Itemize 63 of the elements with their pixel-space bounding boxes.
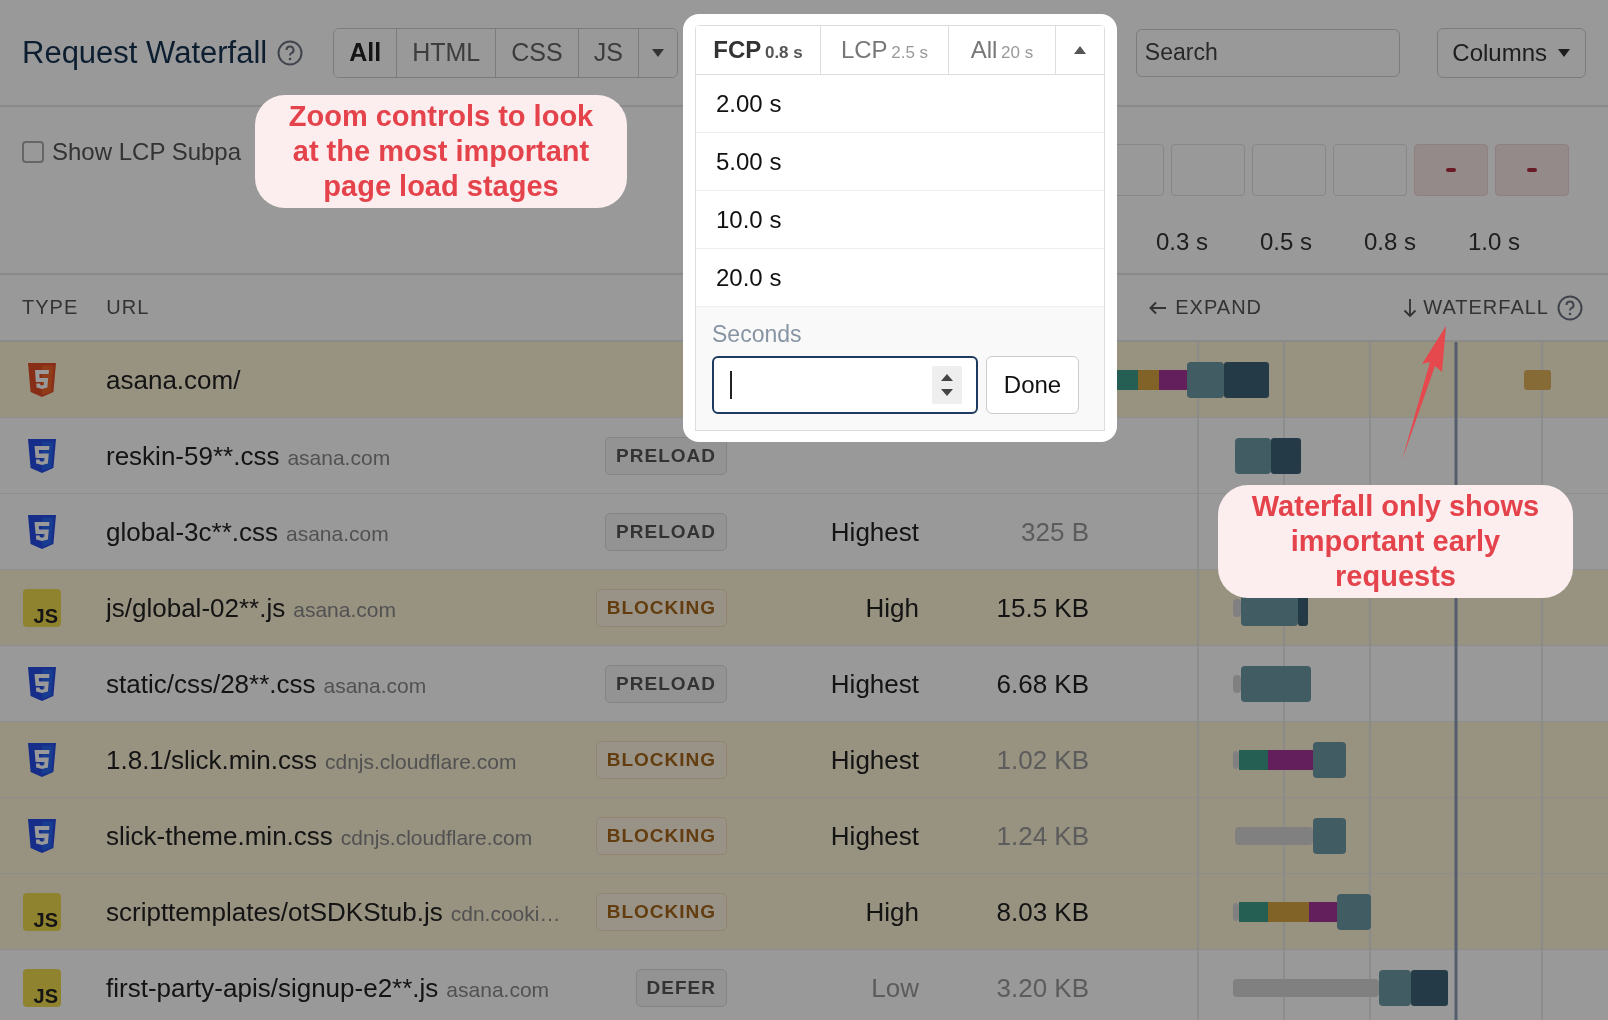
size-value: 1.02 KB [996, 744, 1089, 775]
load-type-tag: BLOCKING [595, 817, 727, 855]
column-header: TYPE [22, 296, 79, 319]
priority-value: Highest [830, 668, 919, 699]
callout: Waterfall only shows important early requests [1218, 485, 1573, 598]
load-type-tag: BLOCKING [595, 741, 727, 779]
size-value: 8.03 KB [996, 896, 1089, 927]
request-url: first-party-apis/signup-e2**.js [106, 972, 439, 1004]
request-domain: cdnjs.cloudflare.com [324, 749, 517, 774]
size-value: 1.24 KB [996, 820, 1089, 851]
filter-tab[interactable]: All [334, 28, 398, 77]
load-type-tag: PRELOAD [605, 665, 727, 703]
waterfall-sort-button[interactable]: WATERFALL [1403, 296, 1549, 319]
zoom-tab[interactable]: FCP 0.8 s [696, 26, 821, 74]
request-url: reskin-59**.css [106, 440, 280, 472]
request-url: static/css/28**.css [106, 668, 316, 700]
request-url: global-3c**.css [106, 516, 278, 548]
request-domain: asana.com [446, 977, 550, 1002]
priority-value: High [865, 896, 919, 927]
time-tick-label: 0.5 s [1259, 228, 1313, 256]
table-row[interactable]: 1.8.1/slick.min.css cdnjs.cloudflare.com BLOCKING Highest 1.02 KB [0, 722, 1608, 798]
request-domain: asana.com [323, 673, 427, 698]
request-domain: asana.com [286, 521, 389, 546]
expand-button[interactable]: EXPAND [1149, 296, 1263, 319]
javascript-file-icon: JS [23, 893, 61, 931]
time-tick-label: 0.3 s [1155, 228, 1209, 256]
load-type-tag: BLOCKING [595, 893, 727, 931]
load-type-tag: PRELOAD [605, 437, 727, 475]
checkbox-label: Show LCP Subpa [52, 138, 242, 166]
columns-button[interactable]: Columns [1437, 27, 1586, 78]
priority-value: Highest [830, 744, 919, 775]
priority-value: Highest [830, 516, 919, 547]
request-url: 1.8.1/slick.min.css [106, 744, 317, 776]
table-row[interactable]: JS scripttemplates/otSDKStub.js cdn.cooki… BLOCKING High 8.03 KB [0, 874, 1608, 950]
size-value: 325 B [1021, 516, 1089, 547]
size-value: 3.20 KB [996, 972, 1089, 1003]
request-url: slick-theme.min.css [106, 820, 333, 852]
table-row[interactable]: JS first-party-apis/signup-e2**.js asana.com DEFER Low 3.20 KB [0, 950, 1608, 1020]
javascript-file-icon: JS [23, 589, 61, 627]
request-url: scripttemplates/otSDKStub.js [106, 896, 443, 928]
priority-value: Highest [830, 820, 919, 851]
callout: Zoom controls to look at the most important page load stages [255, 95, 627, 208]
done-button[interactable]: Done [986, 356, 1079, 414]
time-tick-label: 1.0 s [1467, 228, 1521, 256]
size-value: 15.5 KB [996, 592, 1089, 623]
load-type-tag: DEFER [635, 969, 727, 1007]
column-header: URL [106, 296, 150, 319]
time-tick-label: 0.8 s [1363, 228, 1417, 256]
request-domain: asana.com [293, 597, 396, 622]
priority-value: Low [871, 972, 919, 1003]
request-domain: cdnjs.cloudflare.com [340, 825, 533, 850]
priority-value: High [865, 592, 919, 623]
load-type-tag: BLOCKING [595, 589, 727, 627]
javascript-file-icon: JS [23, 969, 61, 1007]
request-url: asana.com/ [106, 364, 241, 396]
request-domain: cdn.cooki… [450, 901, 561, 926]
page-title: Request Waterfall [22, 34, 268, 71]
request-domain: asana.com [287, 445, 391, 470]
search-field[interactable]: Search [1135, 28, 1400, 77]
table-row[interactable]: slick-theme.min.css cdnjs.cloudflare.com BLOCKING Highest 1.24 KB [0, 798, 1608, 874]
load-type-tag: PRELOAD [605, 513, 727, 551]
size-value: 6.68 KB [996, 668, 1089, 699]
request-url: js/global-02**.js [106, 592, 286, 624]
